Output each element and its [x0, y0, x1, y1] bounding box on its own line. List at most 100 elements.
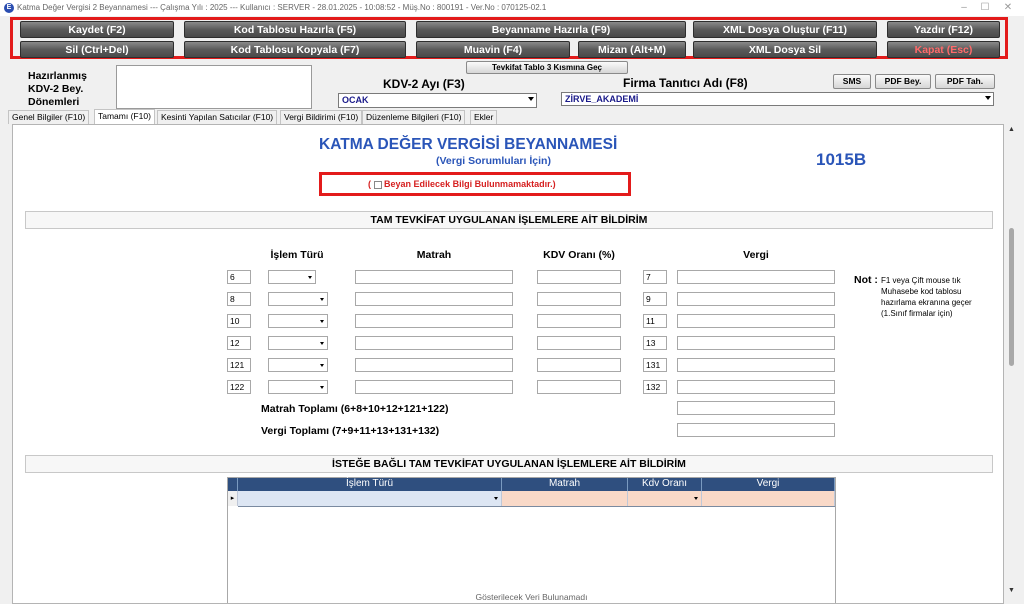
- pdf-bey-button[interactable]: PDF Bey.: [875, 74, 931, 89]
- grid-kdv-orani-cell[interactable]: [628, 491, 702, 506]
- matrah-input[interactable]: [355, 292, 513, 306]
- matrah-input[interactable]: [355, 336, 513, 350]
- sil-button[interactable]: Sil (Ctrl+Del): [20, 41, 174, 58]
- form-code: 1015B: [816, 150, 867, 169]
- vergi-input[interactable]: [677, 336, 835, 350]
- hazirlanmis-donemler-list[interactable]: [116, 65, 312, 109]
- kdv-orani-input[interactable]: [537, 358, 621, 372]
- islem-turu-select[interactable]: [268, 358, 328, 372]
- vergi-input[interactable]: [677, 270, 835, 284]
- kdv-ay-label: KDV-2 Ayı (F3): [383, 77, 465, 91]
- grid-col-kdv-orani: Kdv Oranı: [628, 478, 702, 491]
- xml-dosya-olustur-button[interactable]: XML Dosya Oluştur (F11): [693, 21, 877, 38]
- chevron-down-icon: [320, 364, 324, 367]
- grid-islem-turu-cell[interactable]: [238, 491, 502, 506]
- note-label: Not :: [854, 274, 878, 286]
- row-code-left: 122: [227, 380, 251, 394]
- grid-matrah-cell[interactable]: [502, 491, 628, 506]
- xml-dosya-sil-button[interactable]: XML Dosya Sil: [693, 41, 877, 58]
- chevron-down-icon: [694, 497, 698, 500]
- firma-value: ZİRVE_AKADEMİ: [565, 94, 639, 104]
- row-code-left: 12: [227, 336, 251, 350]
- col-kdv-orani: KDV Oranı (%): [543, 249, 615, 261]
- row-indicator-icon: ▸: [228, 491, 238, 506]
- beyan-option[interactable]: ( Beyan Edilecek Bilgi Bulunmamaktadır.): [368, 179, 556, 189]
- beyanname-hazirla-button[interactable]: Beyanname Hazırla (F9): [416, 21, 686, 38]
- kdv-ay-select[interactable]: OCAK: [338, 93, 537, 108]
- yazdir-button[interactable]: Yazdır (F12): [887, 21, 1000, 38]
- tab-kesinti-yapilan-saticilar[interactable]: Kesinti Yapılan Satıcılar (F10): [157, 110, 278, 124]
- beyan-highlight: ( Beyan Edilecek Bilgi Bulunmamaktadır.): [319, 172, 631, 196]
- kdv-orani-input[interactable]: [537, 270, 621, 284]
- tab-ekler[interactable]: Ekler: [470, 110, 498, 124]
- chevron-down-icon: [320, 298, 324, 301]
- kdv-orani-input[interactable]: [537, 336, 621, 350]
- tevkifat-tablo-button[interactable]: Tevkifat Tablo 3 Kısmına Geç: [466, 61, 628, 74]
- islem-turu-select[interactable]: [268, 336, 328, 350]
- vergi-toplam-value: [677, 423, 835, 437]
- grid-vergi-cell[interactable]: [702, 491, 835, 506]
- matrah-input[interactable]: [355, 314, 513, 328]
- scroll-down-icon[interactable]: ▼: [1008, 587, 1015, 594]
- kod-tablosu-hazirla-button[interactable]: Kod Tablosu Hazırla (F5): [184, 21, 406, 38]
- window-title: Katma Değer Vergisi 2 Beyannamesi --- Ça…: [17, 3, 547, 12]
- grid-corner: [228, 478, 238, 491]
- col-matrah: Matrah: [416, 249, 452, 261]
- matrah-input[interactable]: [355, 380, 513, 394]
- kdv-ay-value: OCAK: [342, 95, 369, 105]
- beyan-label: Beyan Edilecek Bilgi Bulunmamaktadır: [384, 179, 551, 189]
- tab-duzenleme-bilgileri[interactable]: Düzenleme Bilgileri (F10): [362, 110, 466, 124]
- vergi-input[interactable]: [677, 358, 835, 372]
- matrah-input[interactable]: [355, 270, 513, 284]
- kdv-orani-input[interactable]: [537, 380, 621, 394]
- maximize-button[interactable]: ☐: [975, 0, 995, 16]
- pdf-tah-button[interactable]: PDF Tah.: [935, 74, 995, 89]
- mizan-button[interactable]: Mizan (Alt+M): [578, 41, 686, 58]
- tab-genel-bilgiler[interactable]: Genel Bilgiler (F10): [8, 110, 90, 124]
- note-text: F1 veya Çift mouse tık Muhasebe kod tabl…: [881, 276, 972, 318]
- islem-turu-select[interactable]: [268, 292, 328, 306]
- vergi-input[interactable]: [677, 380, 835, 394]
- data-grid[interactable]: İşlem Türü Matrah Kdv Oranı Vergi ▸ Göst…: [227, 477, 836, 603]
- islem-turu-select[interactable]: [268, 380, 328, 394]
- grid-col-matrah: Matrah: [502, 478, 628, 491]
- tab-vergi-bildirimi[interactable]: Vergi Bildirimi (F10): [280, 110, 363, 124]
- tab-tamami[interactable]: Tamamı (F10): [94, 109, 155, 124]
- vergi-input[interactable]: [677, 292, 835, 306]
- row-code-right: 9: [643, 292, 667, 306]
- vertical-scrollbar[interactable]: ▲ ▼: [1005, 124, 1019, 604]
- grid-row-divider: [238, 506, 835, 507]
- muavin-button[interactable]: Muavin (F4): [416, 41, 570, 58]
- row-code-left: 8: [227, 292, 251, 306]
- matrah-input[interactable]: [355, 358, 513, 372]
- matrah-toplam-label: Matrah Toplamı (6+8+10+12+121+122): [261, 403, 449, 415]
- app-icon: E: [4, 3, 14, 13]
- scroll-up-icon[interactable]: ▲: [1008, 126, 1015, 133]
- islem-turu-select[interactable]: [268, 270, 316, 284]
- kaydet-button[interactable]: Kaydet (F2): [20, 21, 174, 38]
- kapat-button[interactable]: Kapat (Esc): [887, 41, 1000, 58]
- chevron-down-icon: [494, 497, 498, 500]
- islem-turu-select[interactable]: [268, 314, 328, 328]
- row-code-left: 10: [227, 314, 251, 328]
- row-code-right: 132: [643, 380, 667, 394]
- firma-label: Firma Tanıtıcı Adı (F8): [623, 76, 748, 90]
- section-istege-bagli: İSTEĞE BAĞLI TAM TEVKİFAT UYGULANAN İŞLE…: [25, 455, 993, 473]
- firma-select[interactable]: ZİRVE_AKADEMİ: [561, 92, 994, 106]
- minimize-button[interactable]: –: [954, 0, 974, 16]
- vergi-toplam-label: Vergi Toplamı (7+9+11+13+131+132): [261, 425, 440, 437]
- chevron-down-icon: [320, 320, 324, 323]
- kod-tablosu-kopyala-button[interactable]: Kod Tablosu Kopyala (F7): [184, 41, 406, 58]
- hazirlanmis-label: Hazırlanmış KDV-2 Bey. Dönemleri: [28, 70, 87, 108]
- matrah-toplam-value: [677, 401, 835, 415]
- chevron-down-icon: [308, 276, 312, 279]
- beyan-checkbox[interactable]: [373, 180, 382, 189]
- scroll-thumb[interactable]: [1009, 228, 1014, 366]
- sms-button[interactable]: SMS: [833, 74, 871, 89]
- close-window-button[interactable]: ✕: [998, 0, 1018, 16]
- form-subtitle: (Vergi Sorumluları İçin): [436, 155, 551, 167]
- kdv-orani-input[interactable]: [537, 314, 621, 328]
- kdv-orani-input[interactable]: [537, 292, 621, 306]
- row-code-left: 6: [227, 270, 251, 284]
- vergi-input[interactable]: [677, 314, 835, 328]
